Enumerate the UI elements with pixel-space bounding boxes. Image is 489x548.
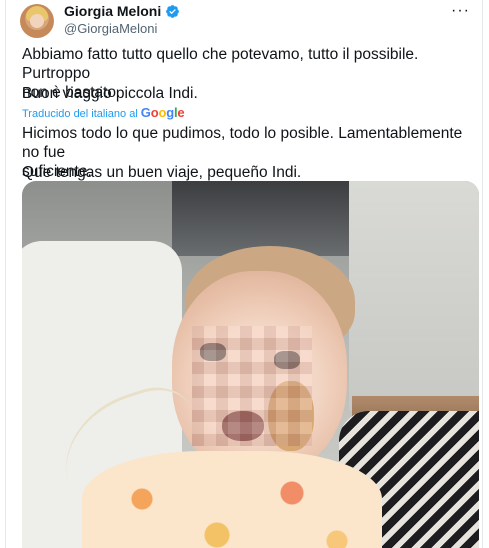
photo-pixelation [192,326,312,446]
more-options-icon[interactable]: ··· [451,2,470,20]
translation-attribution[interactable]: Traducido del italiano al Google [22,105,185,120]
tweet-card: Giorgia Meloni @GiorgiaMeloni ··· Abbiam… [5,0,483,548]
display-name[interactable]: Giorgia Meloni [64,3,161,19]
google-logo: Google [140,105,185,120]
avatar[interactable] [20,4,54,38]
photo-background-wall [349,181,479,411]
translation-label: Traducido del italiano al [22,108,138,120]
tweet-text-line-2: Buon viaggio piccola Indi. [22,85,198,102]
photo-floral-shirt [82,451,382,548]
verified-badge-icon [166,4,180,18]
handle[interactable]: @GiorgiaMeloni [64,21,157,36]
author-row: Giorgia Meloni [64,3,180,19]
translation-text-line-2: Que tengas un buen viaje, pequeño Indi. [22,164,302,181]
photo-background-machine [172,181,352,256]
tweet-photo[interactable] [22,181,479,548]
